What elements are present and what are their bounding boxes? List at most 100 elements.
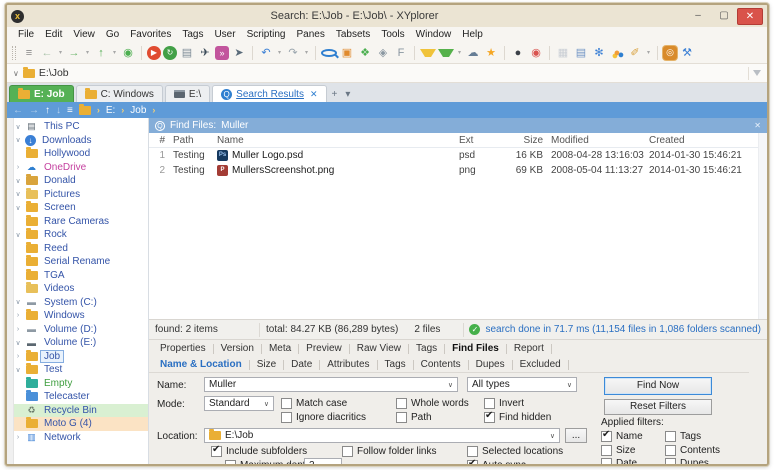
menu-item[interactable]: Tags	[177, 29, 208, 40]
location-input[interactable]: E:\Job ∨	[204, 428, 560, 443]
expand-toggle-icon[interactable]: ∨	[14, 298, 22, 306]
applied-filter-checkbox[interactable]: Dupes	[665, 457, 737, 464]
expand-toggle-icon[interactable]: ›	[14, 353, 22, 360]
find-hidden-checkbox[interactable]: Find hidden	[484, 410, 551, 423]
tree-item-onedrive[interactable]: › ☁ OneDrive	[14, 161, 148, 175]
find-subtab[interactable]: Dupes	[469, 359, 512, 370]
file-row[interactable]: 1 Testing Ps Muller Logo.psd psd 16 KB 2…	[149, 148, 767, 163]
toolbar-grip[interactable]	[12, 45, 16, 60]
star-icon[interactable]: ★	[483, 45, 499, 61]
menu-item[interactable]: User	[209, 29, 240, 40]
expand-toggle-icon[interactable]: ›	[14, 326, 22, 333]
expand-toggle-icon[interactable]: ∨	[14, 339, 22, 347]
menu-item[interactable]: Help	[457, 29, 488, 40]
back-dropdown-icon[interactable]: ▾	[57, 45, 64, 61]
address-path[interactable]: E:\Job	[39, 67, 69, 79]
tree-item-recycle-bin[interactable]: ♻ Recycle Bin	[14, 403, 148, 417]
find-subtab[interactable]: Name & Location	[153, 359, 249, 370]
go-icon[interactable]: ▶	[147, 45, 161, 60]
expand-toggle-icon[interactable]: ∨	[14, 136, 22, 144]
tag-icon[interactable]: ❖	[357, 45, 373, 61]
back-icon[interactable]: ←	[39, 45, 55, 61]
expand-toggle-icon[interactable]: ∨	[14, 231, 22, 239]
tree-item-windows[interactable]: › Windows	[14, 309, 148, 323]
tree-item-tga[interactable]: TGA	[14, 268, 148, 283]
reset-filters-button[interactable]: Reset Filters	[604, 399, 712, 415]
redo-dropdown-icon[interactable]: ▾	[303, 45, 310, 61]
breadcrumb-down-icon[interactable]: ↓	[56, 105, 61, 116]
expand-toggle-icon[interactable]: ›	[14, 164, 22, 171]
type-select[interactable]: All types ∨	[467, 377, 577, 392]
tree-item-telecaster[interactable]: Telecaster	[14, 390, 148, 404]
column-modified[interactable]: Modified	[547, 135, 645, 146]
separator[interactable]	[504, 45, 505, 60]
redo-icon[interactable]: ↷	[285, 45, 301, 61]
breadcrumb-up-icon[interactable]: ↑	[45, 105, 50, 116]
forward-icon[interactable]: →	[66, 45, 82, 61]
tree-item-this-pc[interactable]: ∨ ▤ This PC	[14, 120, 148, 134]
refresh-icon[interactable]: ↻	[163, 45, 177, 60]
gear-icon[interactable]: ✻	[591, 45, 607, 61]
panel-tab[interactable]: Report	[507, 343, 551, 354]
tab-list-dropdown-icon[interactable]: ▾	[342, 89, 353, 102]
chevron-down-icon[interactable]: ∨	[332, 462, 337, 465]
column-ext[interactable]: Ext	[455, 135, 493, 146]
find-subtab[interactable]: Contents	[414, 359, 468, 370]
column-num[interactable]: #	[149, 135, 169, 146]
ignore-diacritics-checkbox[interactable]: Ignore diacritics	[281, 412, 366, 423]
find-subtab[interactable]: Attributes	[320, 359, 376, 370]
find-subtab[interactable]: Size	[250, 359, 283, 370]
column-path[interactable]: Path	[169, 135, 213, 146]
tab-e-job[interactable]: E: Job	[9, 85, 74, 102]
expand-toggle-icon[interactable]: ∨	[14, 190, 22, 198]
applied-filter-checkbox[interactable]: Size	[601, 444, 665, 458]
ghost-icon[interactable]: ☁	[465, 45, 481, 61]
follow-folder-links-checkbox[interactable]: Follow folder links	[342, 446, 436, 457]
tree-item-hollywood[interactable]: Hollywood	[14, 147, 148, 161]
brush-dropdown-icon[interactable]: ▾	[645, 45, 652, 61]
auto-sync-checkbox[interactable]: Auto sync	[467, 458, 526, 464]
tree-item-moto-g[interactable]: Moto G (4)	[14, 417, 148, 431]
chevron-down-icon[interactable]: ∨	[264, 400, 269, 408]
panel-tab[interactable]: Version	[214, 343, 261, 354]
tree-item-job[interactable]: › Job	[14, 349, 148, 364]
tree-item-screen[interactable]: ∨ Screen	[14, 201, 148, 215]
tree-item-serial-rename[interactable]: Serial Rename	[14, 255, 148, 269]
browse-button[interactable]: ...	[565, 428, 587, 443]
panel-tab[interactable]: Meta	[262, 343, 298, 354]
tree-item-rock[interactable]: ∨ Rock	[14, 228, 148, 242]
menu-item[interactable]: File	[13, 29, 39, 40]
toolbar-menu-icon[interactable]: ≡	[21, 45, 37, 61]
menu-item[interactable]: Tools	[376, 29, 409, 40]
find-subtab[interactable]: Date	[284, 359, 319, 370]
filter-dropdown-icon[interactable]: ▾	[456, 45, 463, 61]
panel-tab[interactable]: Raw View	[350, 343, 408, 354]
expand-toggle-icon[interactable]: ∨	[14, 177, 22, 185]
separator[interactable]	[252, 45, 253, 60]
scripts-icon[interactable]: »	[215, 45, 229, 60]
breadcrumb-segment-drive[interactable]: E:	[106, 105, 115, 116]
tree-item-system-c[interactable]: ∨ ▬ System (C:)	[14, 296, 148, 310]
undo-dropdown-icon[interactable]: ▾	[276, 45, 283, 61]
details-view-icon[interactable]: ▤	[573, 45, 589, 61]
tree-scrollbar[interactable]	[7, 118, 14, 464]
expand-toggle-icon[interactable]: ›	[14, 312, 22, 319]
name-input[interactable]: Muller ∨	[204, 377, 458, 392]
expand-toggle-icon[interactable]: ∨	[14, 204, 22, 212]
address-bar[interactable]: ∨ E:\Job	[7, 64, 767, 83]
menu-item[interactable]: Go	[101, 29, 124, 40]
minimize-button[interactable]: –	[685, 8, 711, 25]
invert-checkbox[interactable]: Invert	[484, 398, 524, 409]
include-subfolders-checkbox[interactable]: Include subfolders	[211, 444, 307, 457]
column-name[interactable]: Name	[213, 135, 455, 146]
match-case-checkbox[interactable]: Match case	[281, 398, 347, 409]
filter-yellow-icon[interactable]	[420, 48, 436, 57]
address-dropdown-icon[interactable]: ∨	[13, 69, 19, 78]
expand-toggle-icon[interactable]: ∨	[14, 366, 22, 374]
column-created[interactable]: Created	[645, 135, 755, 146]
separator[interactable]	[141, 45, 142, 60]
breadcrumb-forward-icon[interactable]: →	[29, 105, 39, 116]
tree-item-empty[interactable]: Empty	[14, 376, 148, 391]
tab-close-icon[interactable]: ✕	[310, 89, 318, 100]
menu-item[interactable]: Panes	[291, 29, 329, 40]
